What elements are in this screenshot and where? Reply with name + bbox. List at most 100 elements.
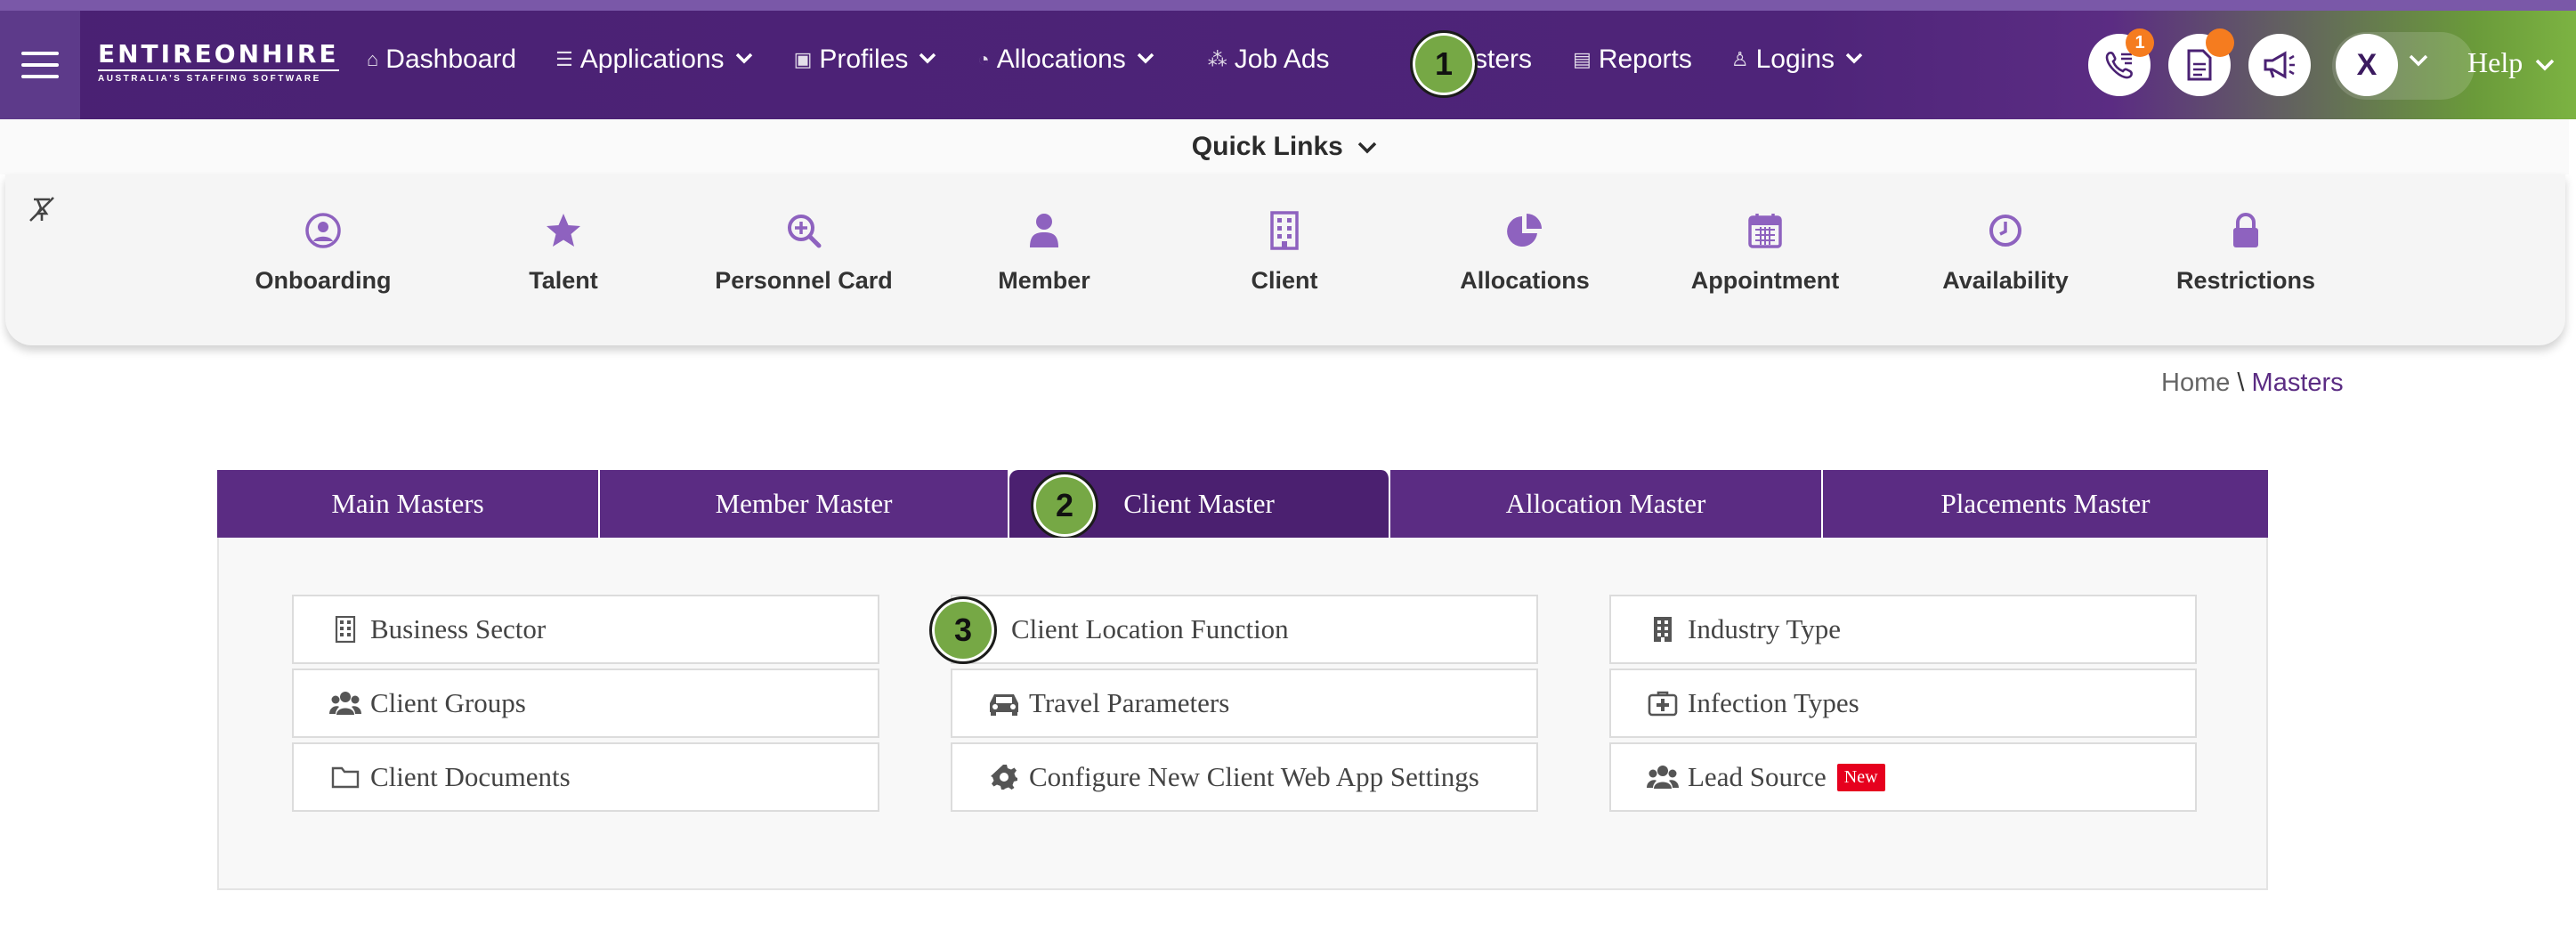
nav-allocations[interactable]: ◔ Allocations	[977, 45, 1154, 75]
medkit-icon	[1645, 690, 1681, 717]
nav-reports[interactable]: ▤ Reports	[1573, 45, 1692, 75]
quick-link-client[interactable]: Client	[1187, 208, 1382, 295]
tab-main-masters[interactable]: Main Masters	[217, 470, 600, 538]
clock-icon	[1908, 208, 2103, 253]
pie-chart-icon: ◔	[977, 48, 990, 70]
quick-link-talent[interactable]: Talent	[466, 208, 661, 295]
tab-allocation-master[interactable]: Allocation Master	[1390, 470, 1823, 538]
master-lead-source-label: Lead Source	[1688, 761, 1827, 792]
users-icon	[328, 691, 363, 716]
quick-link-appointment[interactable]: Appointment	[1667, 208, 1863, 295]
chevron-down-icon	[1845, 50, 1863, 70]
top-navbar: ENTIREONHIRE AUSTRALIA'S STAFFING SOFTWA…	[0, 0, 2576, 119]
step-marker-3: 3	[929, 596, 997, 664]
nav-profiles[interactable]: ▣ Profiles	[794, 45, 937, 75]
nav-applications-label: Applications	[579, 45, 725, 74]
quick-link-label: Availability	[1942, 267, 2069, 294]
nav-applications[interactable]: ☰ Applications	[555, 45, 753, 75]
help-label: Help	[2467, 46, 2523, 78]
network-icon: ⁂	[1207, 48, 1227, 70]
search-plus-icon	[706, 208, 902, 253]
breadcrumb-home[interactable]: Home	[2161, 369, 2230, 397]
quick-links-panel: Onboarding Talent Personnel Card Member …	[5, 174, 2565, 345]
brand-logo[interactable]: ENTIREONHIRE AUSTRALIA'S STAFFING SOFTWA…	[98, 41, 339, 84]
nav-logins-label: Logins	[1755, 45, 1835, 74]
masters-tabs: Main Masters Member Master Client Master…	[217, 470, 2268, 538]
tab-member-master[interactable]: Member Master	[600, 470, 1009, 538]
master-web-app-settings[interactable]: Configure New Client Web App Settings	[951, 742, 1538, 812]
nav-job-ads[interactable]: ⁂ Job Ads	[1208, 45, 1330, 75]
master-client-location-function[interactable]: Client Location Function	[951, 595, 1538, 664]
nav-logins[interactable]: ♙ Logins	[1731, 45, 1863, 75]
quick-link-label: Appointment	[1690, 267, 1840, 294]
chevron-down-icon	[735, 50, 753, 70]
breadcrumb-current: Masters	[2251, 369, 2344, 397]
id-card-icon: ▣	[793, 48, 813, 70]
lock-icon	[2148, 208, 2344, 253]
master-infection-types[interactable]: Infection Types	[1609, 669, 2197, 738]
top-stripe	[0, 0, 2576, 11]
quick-link-label: Client	[1251, 267, 1318, 294]
chevron-down-icon	[1357, 142, 1377, 154]
quick-link-label: Personnel Card	[715, 267, 893, 294]
quick-link-allocations[interactable]: Allocations	[1427, 208, 1623, 295]
announcements-button[interactable]	[2248, 34, 2311, 96]
nav-dashboard-label: Dashboard	[385, 45, 517, 74]
chevron-down-icon[interactable]	[2409, 46, 2428, 74]
master-lead-source[interactable]: Lead Source New	[1609, 742, 2197, 812]
unpin-icon[interactable]	[27, 194, 57, 232]
document-icon: ▤	[1573, 48, 1592, 70]
chevron-down-icon	[2535, 59, 2555, 71]
documents-button[interactable]	[2168, 28, 2234, 96]
list-icon: ☰	[555, 48, 573, 70]
user-icon: ♙	[1730, 48, 1749, 70]
building-icon	[1187, 208, 1382, 253]
master-client-documents[interactable]: Client Documents	[292, 742, 879, 812]
nav-dashboard[interactable]: ⌂ Dashboard	[367, 45, 516, 75]
building-icon	[328, 616, 363, 643]
nav-job-ads-label: Job Ads	[1234, 45, 1330, 74]
master-client-documents-label: Client Documents	[370, 761, 571, 792]
quick-link-availability[interactable]: Availability	[1908, 208, 2103, 295]
master-client-groups[interactable]: Client Groups	[292, 669, 879, 738]
master-web-app-settings-label: Configure New Client Web App Settings	[1029, 761, 1479, 792]
new-badge: New	[1836, 763, 1885, 791]
document-alert-dot	[2206, 28, 2234, 57]
master-travel-parameters-label: Travel Parameters	[1029, 687, 1230, 718]
quick-links-toggle[interactable]: Quick Links	[1192, 132, 1377, 162]
call-log-button[interactable]: 1	[2088, 28, 2154, 96]
master-client-groups-label: Client Groups	[370, 687, 526, 718]
users-icon	[1645, 765, 1681, 790]
help-menu[interactable]: Help	[2467, 46, 2555, 79]
quick-link-personnel-card[interactable]: Personnel Card	[706, 208, 902, 295]
master-business-sector[interactable]: Business Sector	[292, 595, 879, 664]
master-industry-type[interactable]: Industry Type	[1609, 595, 2197, 664]
quick-link-label: Restrictions	[2175, 267, 2316, 294]
gear-icon	[986, 764, 1022, 790]
star-icon	[466, 208, 661, 253]
chevron-down-icon	[919, 50, 936, 70]
building-icon	[1645, 616, 1681, 643]
avatar[interactable]: X	[2336, 34, 2398, 96]
quick-link-restrictions[interactable]: Restrictions	[2148, 208, 2344, 295]
step-marker-2: 2	[1031, 472, 1098, 539]
tab-placements-master[interactable]: Placements Master	[1823, 470, 2268, 538]
quick-link-member[interactable]: Member	[946, 208, 1142, 295]
person-icon	[946, 208, 1142, 253]
quick-link-label: Talent	[529, 267, 598, 294]
nav-allocations-label: Allocations	[996, 45, 1126, 74]
menu-toggle-button[interactable]	[0, 11, 80, 119]
breadcrumb: Home \ Masters	[2161, 369, 2344, 398]
brand-name: ENTIREONHIRE	[98, 39, 339, 69]
master-business-sector-label: Business Sector	[370, 613, 547, 644]
folder-icon	[328, 766, 363, 789]
notification-badge: 1	[2126, 28, 2154, 57]
quick-link-label: Onboarding	[255, 267, 392, 294]
chevron-down-icon	[1137, 50, 1154, 70]
quick-link-onboarding[interactable]: Onboarding	[225, 208, 421, 295]
master-travel-parameters[interactable]: Travel Parameters	[951, 669, 1538, 738]
step-marker-1: 1	[1410, 30, 1478, 98]
calendar-icon	[1667, 208, 1863, 253]
master-industry-type-label: Industry Type	[1688, 613, 1842, 644]
quick-link-label: Allocations	[1460, 267, 1590, 294]
